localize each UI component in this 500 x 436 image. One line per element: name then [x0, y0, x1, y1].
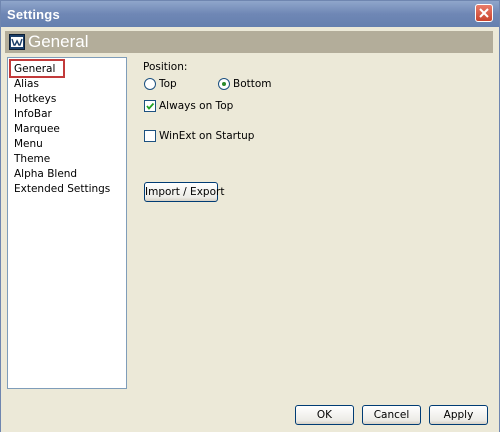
winext-on-startup-checkbox[interactable]	[144, 130, 156, 142]
apply-button[interactable]: Apply	[429, 405, 488, 425]
close-button[interactable]	[475, 4, 493, 22]
position-top-radio[interactable]	[144, 78, 156, 90]
winext-on-startup-label[interactable]: WinExt on Startup	[159, 130, 254, 142]
radio-selected-dot	[222, 82, 226, 86]
always-on-top-checkbox[interactable]	[144, 100, 156, 112]
settings-window: Settings General General Alias Hotkeys I…	[0, 0, 500, 436]
general-settings-panel: Position: Top Bottom Always on Top WinEx…	[143, 57, 483, 387]
settings-nav-list[interactable]: General Alias Hotkeys InfoBar Marquee Me…	[7, 57, 127, 389]
app-logo-icon	[9, 34, 25, 50]
cancel-button[interactable]: Cancel	[362, 405, 421, 425]
always-on-top-label[interactable]: Always on Top	[159, 100, 233, 112]
nav-item-theme[interactable]: Theme	[14, 152, 50, 166]
position-bottom-radio[interactable]	[218, 78, 230, 90]
nav-item-alias[interactable]: Alias	[14, 77, 39, 91]
position-label: Position:	[143, 61, 188, 73]
window-title: Settings	[7, 7, 60, 22]
nav-item-alpha-blend[interactable]: Alpha Blend	[14, 167, 77, 181]
nav-item-general[interactable]: General	[8, 59, 66, 78]
nav-item-hotkeys[interactable]: Hotkeys	[14, 92, 56, 106]
position-bottom-label[interactable]: Bottom	[233, 78, 272, 90]
nav-item-extended-settings[interactable]: Extended Settings	[14, 182, 110, 196]
page-title: General	[28, 32, 89, 51]
ok-button[interactable]: OK	[295, 405, 354, 425]
position-top-label[interactable]: Top	[159, 78, 177, 90]
nav-item-infobar[interactable]: InfoBar	[14, 107, 52, 121]
section-header: General	[5, 31, 493, 53]
nav-item-marquee[interactable]: Marquee	[14, 122, 60, 136]
import-export-button[interactable]: Import / Export	[144, 182, 224, 202]
bottom-edge	[0, 432, 500, 436]
title-bar[interactable]: Settings	[1, 1, 499, 27]
nav-item-menu[interactable]: Menu	[14, 137, 43, 151]
